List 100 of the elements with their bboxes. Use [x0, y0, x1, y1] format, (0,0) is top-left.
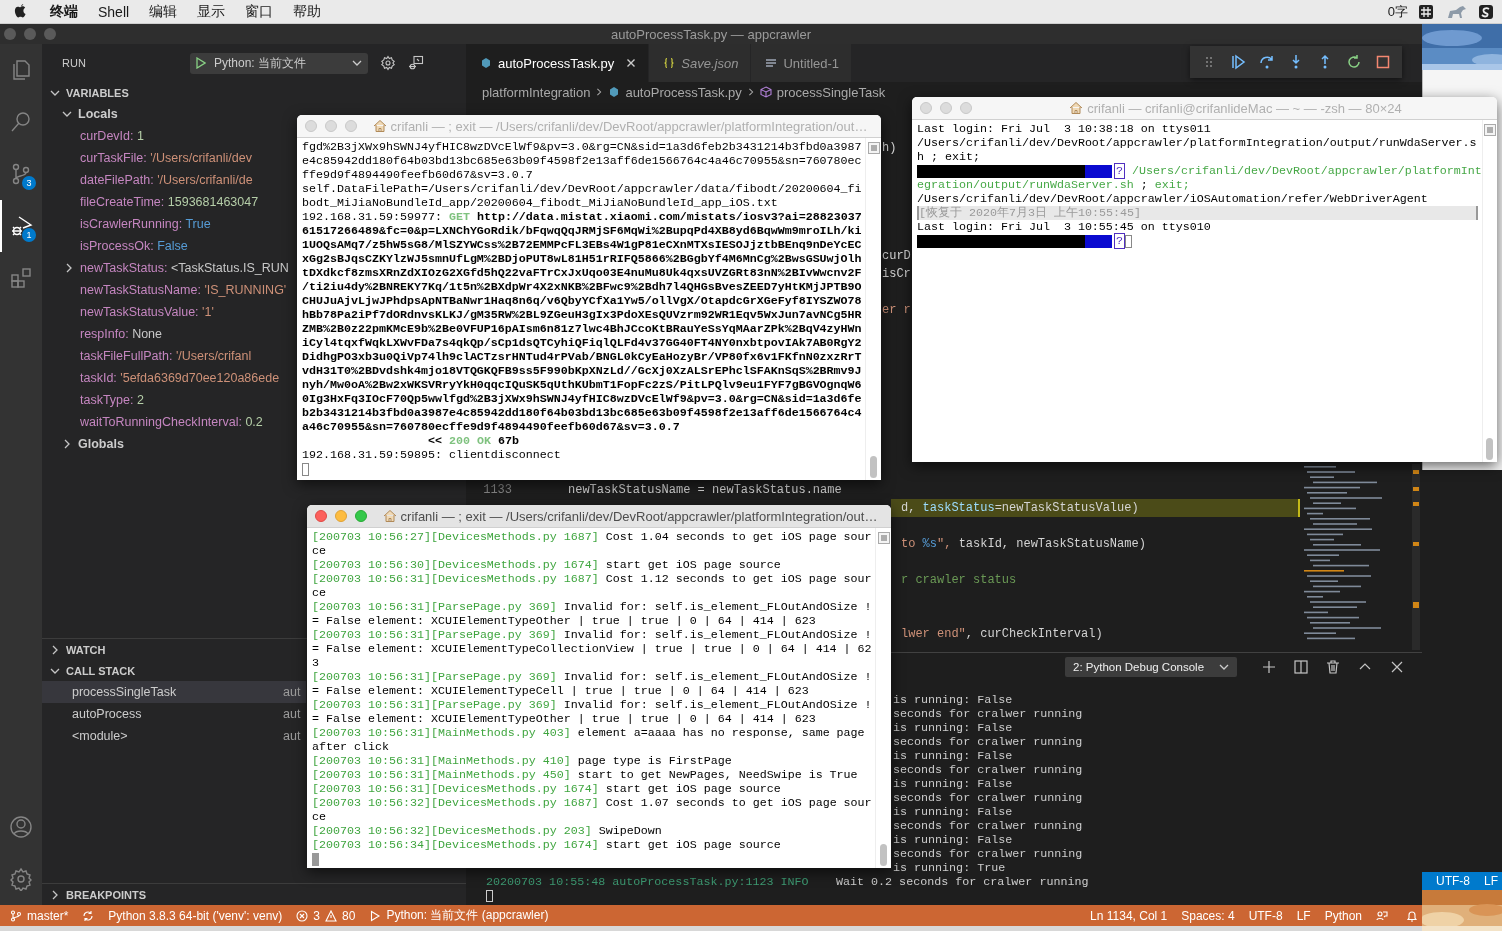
terminal-line: = False element: XCUIElementTypeCollectionView | true | true | 0 | 64 | 414 | 62	[312, 642, 872, 656]
bell-icon[interactable]	[1406, 909, 1418, 922]
scope-row[interactable]: Globals	[42, 433, 130, 455]
terminal-line: ZMB%2B0z22pmKMcE9b%2Be0VFUP16pAIsm6n81z7lwc4BhJCcoKtBRauYeSsYqMAarZPk%2BqV4zyHWn	[302, 322, 862, 336]
branch-status[interactable]: master*	[10, 908, 69, 923]
menu-item[interactable]: 窗口	[245, 2, 274, 21]
terminal-line: = False element: XCUIElementTypeCell | true | true | 0 | 64 | 414 | 623	[312, 684, 809, 698]
problems-status[interactable]: 3 80	[296, 908, 356, 923]
menu-item[interactable]: 编辑	[149, 2, 178, 21]
settings-icon[interactable]	[380, 55, 396, 71]
status-item[interactable]: LF	[1296, 908, 1311, 923]
feedback-icon[interactable]	[1376, 909, 1388, 922]
launch-status[interactable]: Python: 当前文件 (appcrawler)	[369, 907, 549, 924]
menu-item[interactable]: 帮助	[293, 2, 322, 21]
editor-tab[interactable]: Save.json	[649, 44, 752, 82]
terminal-line: [200703 10:56:31][MainMethods.py 410] page type is FirstPage	[312, 754, 732, 768]
step-over-icon[interactable]	[1258, 54, 1275, 70]
console-line: is running: False	[893, 833, 1013, 847]
status-item[interactable]: Python	[1324, 908, 1362, 923]
trash-icon[interactable]	[1325, 658, 1341, 675]
variable-entry[interactable]: newTaskStatus: <TaskStatus.IS_RUN	[80, 261, 289, 275]
text-file-icon	[765, 57, 778, 69]
split-pane-icon[interactable]	[877, 532, 890, 544]
variable-entry[interactable]: respInfo: None	[80, 327, 162, 341]
chevron-down-icon	[352, 58, 362, 68]
variable-entry[interactable]: taskId: '5efda6369d70ee120a86ede	[80, 371, 280, 385]
chevron-right-icon	[62, 439, 72, 449]
scrollbar-thumb[interactable]	[870, 456, 877, 478]
swirl-app-icon[interactable]	[1478, 3, 1494, 20]
terminal-line: [200703 10:56:31][ParsePage.py 369] Invalid for: self.is_element_FLOutAndOSize !	[312, 628, 872, 642]
window-zoom-button[interactable]	[44, 28, 56, 40]
terminal-line: 61517266489&fc=0&p=LXNChYGoRdik/bFqwqQqJRMjSF6MqWi%2BupqPd4XB8yd6BqwWm9mroILh/ki	[302, 224, 862, 238]
call-stack-frame[interactable]: <module> aut	[42, 725, 306, 747]
terminal-line: ? /Users/crifanli/dev/DevRoot/appcrawler/platformInt	[1114, 164, 1482, 178]
variable-entry[interactable]: curTaskFile: '/Users/crifanli/dev	[80, 151, 252, 165]
input-method-icon[interactable]	[1418, 3, 1434, 20]
source-control-activity-button[interactable]: 3	[0, 148, 42, 200]
stop-icon[interactable]	[1375, 54, 1392, 70]
scope-row[interactable]: Locals	[42, 103, 124, 125]
run-debug-icon	[10, 214, 34, 238]
apple-menu-icon[interactable]	[13, 3, 28, 20]
window-minimize-button[interactable]	[24, 28, 36, 40]
editor-tab[interactable]: autoProcessTask.py	[466, 44, 650, 82]
window-close-button[interactable]	[4, 28, 16, 40]
breadcrumb-item[interactable]: platformIntegration	[482, 84, 591, 100]
section-header[interactable]: VARIABLES	[42, 82, 135, 103]
section-header[interactable]: CALL STACK	[42, 660, 142, 681]
line-number: 1133	[483, 483, 512, 497]
split-icon[interactable]	[1293, 658, 1309, 675]
count-badge: 1	[22, 228, 36, 242]
menu-item[interactable]: 显示	[197, 2, 226, 21]
launch-config-select[interactable]: Python: 当前文件	[190, 52, 368, 74]
console-line: Wait 0.2 seconds for cralwer running	[836, 875, 1089, 889]
chevron-right-icon	[50, 889, 60, 900]
console-select[interactable]: 2: Python Debug Console	[1065, 656, 1237, 677]
scrollbar-thumb[interactable]	[1486, 438, 1494, 460]
close-icon[interactable]	[626, 58, 637, 68]
home-icon	[382, 509, 397, 523]
breadcrumb-item[interactable]: processSingleTask	[776, 84, 886, 100]
scrollbar-thumb[interactable]	[880, 844, 887, 866]
variable-entry[interactable]: isProcessOk: False	[80, 239, 188, 253]
variable-entry[interactable]: waitToRunningCheckInterval: 0.2	[80, 415, 263, 429]
status-item[interactable]: Ln 1134, Col 1	[1090, 908, 1168, 923]
restart-icon[interactable]	[1346, 54, 1363, 70]
section-header[interactable]: WATCH	[42, 639, 112, 660]
window-close-button[interactable]	[315, 510, 327, 522]
terminal-line: e4c85942dd180f64b03bd13bc685e63b09f4598f2e13aff6de1566764c4a46c70955&sn=760780ec	[302, 154, 862, 168]
variable-entry[interactable]: newTaskStatusValue: '1'	[80, 305, 214, 319]
variable-entry[interactable]: taskType: 2	[80, 393, 144, 407]
status-item[interactable]: UTF-8	[1248, 908, 1283, 923]
split-pane-icon[interactable]	[867, 142, 880, 154]
terminal-line: /Users/crifanli/dev/DevRoot/appcrawler/platformIntegration/output/runWdaServer.s	[917, 136, 1477, 150]
code-line: h)	[882, 141, 897, 155]
interpreter-status[interactable]: Python 3.8.3 64-bit ('venv': venv)	[108, 908, 283, 923]
menu-item[interactable]: Shell	[98, 3, 130, 20]
play-icon	[369, 909, 382, 922]
variable-entry[interactable]: taskFileFullPath: '/Users/crifanl	[80, 349, 252, 363]
call-stack-frame[interactable]: processSingleTask aut	[42, 681, 306, 703]
debug-console-icon[interactable]	[408, 55, 424, 71]
variable-entry[interactable]: curDevId: 1	[80, 129, 144, 143]
sync-icon[interactable]	[82, 909, 95, 922]
plus-icon[interactable]	[1261, 658, 1277, 675]
error-icon	[296, 909, 309, 922]
editor-tab[interactable]: Untitled-1	[751, 44, 853, 82]
variable-entry[interactable]: newTaskStatusName: 'IS_RUNNING'	[80, 283, 287, 297]
code-line: er r	[882, 303, 911, 317]
variable-entry[interactable]: dateFilePath: '/Users/crifanli/de	[80, 173, 253, 187]
status-item: UTF-8	[1436, 874, 1470, 888]
variable-entry[interactable]: isCrawlerRunning: True	[80, 217, 211, 231]
breadcrumb-item[interactable]: autoProcessTask.py	[625, 84, 742, 100]
continue-icon[interactable]	[1229, 54, 1246, 70]
status-item[interactable]: Spaces: 4	[1181, 908, 1235, 923]
section-header[interactable]: BREAKPOINTS	[42, 884, 153, 905]
home-icon	[1069, 101, 1084, 115]
terminal-line: 0Ig3HxFq3IOcF70Qp5wwlfgd%2B3jXWx9hSWNJ4yfHIC8wzDVcElWf9&pv=3.0&rg=CN&sid=1a3d6fe	[302, 392, 862, 406]
split-pane-icon[interactable]	[1483, 124, 1496, 136]
variable-entry[interactable]: fileCreateTime: 1593681463047	[80, 195, 259, 209]
window-zoom-button[interactable]	[355, 510, 367, 522]
menu-item[interactable]: 终端	[50, 2, 78, 21]
call-stack-frame[interactable]: autoProcess aut	[42, 703, 306, 725]
